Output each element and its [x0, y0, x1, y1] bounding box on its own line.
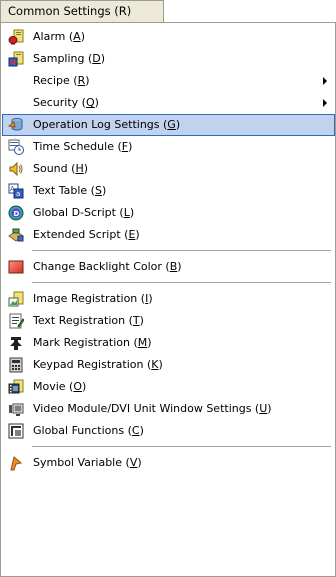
menu-separator	[32, 250, 331, 251]
time-schedule-icon	[8, 139, 24, 155]
menu-separator	[32, 282, 331, 283]
menu-item-movie[interactable]: Movie (O)	[2, 376, 335, 398]
common-settings-menu: Alarm (A) Sampling (D) Recipe (R) Securi…	[0, 22, 336, 577]
menu-item-text-registration[interactable]: Text Registration (T)	[2, 310, 335, 332]
menu-item-extended-script[interactable]: Extended Script (E)	[2, 224, 335, 246]
menu-item-operation-log-settings[interactable]: Operation Log Settings (G)	[2, 114, 335, 136]
global-functions-icon	[8, 423, 24, 439]
menu-item-image-registration[interactable]: Image Registration (I)	[2, 288, 335, 310]
menu-header[interactable]: Common Settings (R)	[0, 0, 164, 22]
svg-text:D: D	[14, 210, 20, 218]
backlight-color-icon	[8, 259, 24, 275]
mark-registration-icon	[8, 335, 24, 351]
image-registration-icon	[8, 291, 24, 307]
alarm-icon	[8, 29, 24, 45]
menu-item-change-backlight-color[interactable]: Change Backlight Color (B)	[2, 256, 335, 278]
submenu-arrow-icon	[323, 99, 327, 107]
text-registration-icon	[8, 313, 25, 329]
menu-item-global-d-script[interactable]: D Global D-Script (L)	[2, 202, 335, 224]
menu-item-recipe[interactable]: Recipe (R)	[2, 70, 335, 92]
menu-item-global-functions[interactable]: Global Functions (C)	[2, 420, 335, 442]
menu-item-keypad-registration[interactable]: Keypad Registration (K)	[2, 354, 335, 376]
menu-item-sound[interactable]: Sound (H)	[2, 158, 335, 180]
menu-item-video-module-dvi-settings[interactable]: Video Module/DVI Unit Window Settings (U…	[2, 398, 335, 420]
video-module-icon	[8, 401, 24, 417]
submenu-arrow-icon	[323, 77, 327, 85]
menu-item-symbol-variable[interactable]: Symbol Variable (V)	[2, 452, 335, 474]
svg-text:a: a	[16, 190, 20, 198]
symbol-variable-icon	[8, 455, 24, 471]
text-table-icon: A a	[8, 183, 24, 199]
operation-log-icon	[7, 117, 24, 133]
menu-item-text-table[interactable]: A a Text Table (S)	[2, 180, 335, 202]
extended-script-icon	[8, 227, 24, 243]
movie-icon	[8, 379, 24, 395]
menu-item-security[interactable]: Security (Q)	[2, 92, 335, 114]
global-dscript-icon: D	[8, 205, 24, 221]
menu-item-alarm[interactable]: Alarm (A)	[2, 26, 335, 48]
sound-icon	[8, 161, 24, 177]
menu-item-time-schedule[interactable]: Time Schedule (F)	[2, 136, 335, 158]
menu-item-sampling[interactable]: Sampling (D)	[2, 48, 335, 70]
menu-item-mark-registration[interactable]: Mark Registration (M)	[2, 332, 335, 354]
keypad-registration-icon	[8, 357, 24, 373]
menu-separator	[32, 446, 331, 447]
sampling-icon	[8, 51, 24, 67]
